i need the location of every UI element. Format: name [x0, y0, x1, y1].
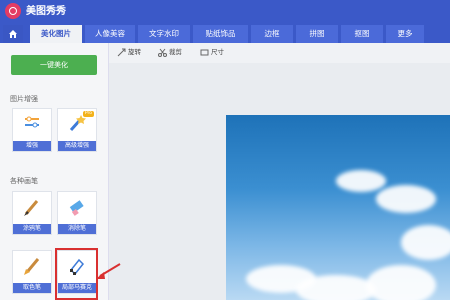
app-logo-icon — [5, 3, 21, 19]
tool-doodle-pen-label: 涂鸦笔 — [13, 224, 51, 234]
tool-advanced-enhance-label: 高级增强 — [58, 141, 96, 151]
rotate-button[interactable]: 旋转 — [117, 46, 141, 58]
tool-eraser-pen[interactable]: 消除笔 — [57, 191, 97, 235]
tool-color-picker-label: 取色笔 — [13, 283, 51, 293]
tab-text-watermark[interactable]: 文字水印 — [138, 25, 190, 43]
magic-wand-icon — [69, 115, 86, 132]
size-button[interactable]: 尺寸 — [200, 46, 224, 58]
tool-color-picker[interactable]: 取色笔 — [12, 250, 52, 294]
tab-collage[interactable]: 拼图 — [296, 25, 338, 43]
tab-stickers[interactable]: 贴纸饰品 — [193, 25, 248, 43]
tab-frame[interactable]: 边框 — [251, 25, 293, 43]
canvas-workspace[interactable] — [109, 63, 450, 300]
rotate-label: 旋转 — [128, 48, 141, 56]
red-arrow-icon — [96, 263, 121, 279]
main-tabbar: 美化图片 人像美容 文字水印 贴纸饰品 边框 拼图 抠图 更多 — [0, 24, 450, 43]
tool-doodle-pen[interactable]: 涂鸦笔 — [12, 191, 52, 235]
tool-eraser-pen-label: 消除笔 — [58, 224, 96, 234]
tool-enhance-label: 增强 — [13, 141, 51, 151]
selection-highlight-box — [55, 248, 98, 300]
rotate-icon — [117, 48, 126, 56]
tab-cutout[interactable]: 抠图 — [341, 25, 383, 43]
eraser-icon — [69, 200, 84, 216]
tab-more[interactable]: 更多 — [386, 25, 424, 43]
size-label: 尺寸 — [211, 48, 224, 56]
size-icon — [200, 49, 209, 55]
one-key-beautify-button[interactable]: 一键美化 — [11, 55, 97, 75]
crop-button[interactable]: 裁剪 — [158, 46, 182, 58]
section-enhance-label: 图片增强 — [10, 95, 38, 103]
tool-advanced-enhance[interactable]: Pro 高级增强 — [57, 108, 97, 152]
enhance-icon — [25, 116, 39, 128]
section-brush-label: 各种画笔 — [10, 177, 38, 185]
title-bar: 美图秀秀 — [0, 0, 450, 24]
image-toolbar: 旋转 裁剪 尺寸 — [109, 43, 450, 63]
tab-beautify[interactable]: 美化图片 — [30, 25, 82, 43]
app-title: 美图秀秀 — [26, 6, 66, 17]
doodle-brush-icon — [24, 200, 39, 216]
home-button[interactable] — [3, 25, 23, 43]
crop-label: 裁剪 — [169, 48, 182, 56]
paint-brush-icon — [24, 258, 40, 275]
tool-enhance[interactable]: 增强 — [12, 108, 52, 152]
home-icon — [9, 30, 17, 38]
photo-canvas[interactable] — [226, 115, 450, 300]
scissors-icon — [158, 48, 167, 57]
tab-portrait[interactable]: 人像美容 — [85, 25, 135, 43]
